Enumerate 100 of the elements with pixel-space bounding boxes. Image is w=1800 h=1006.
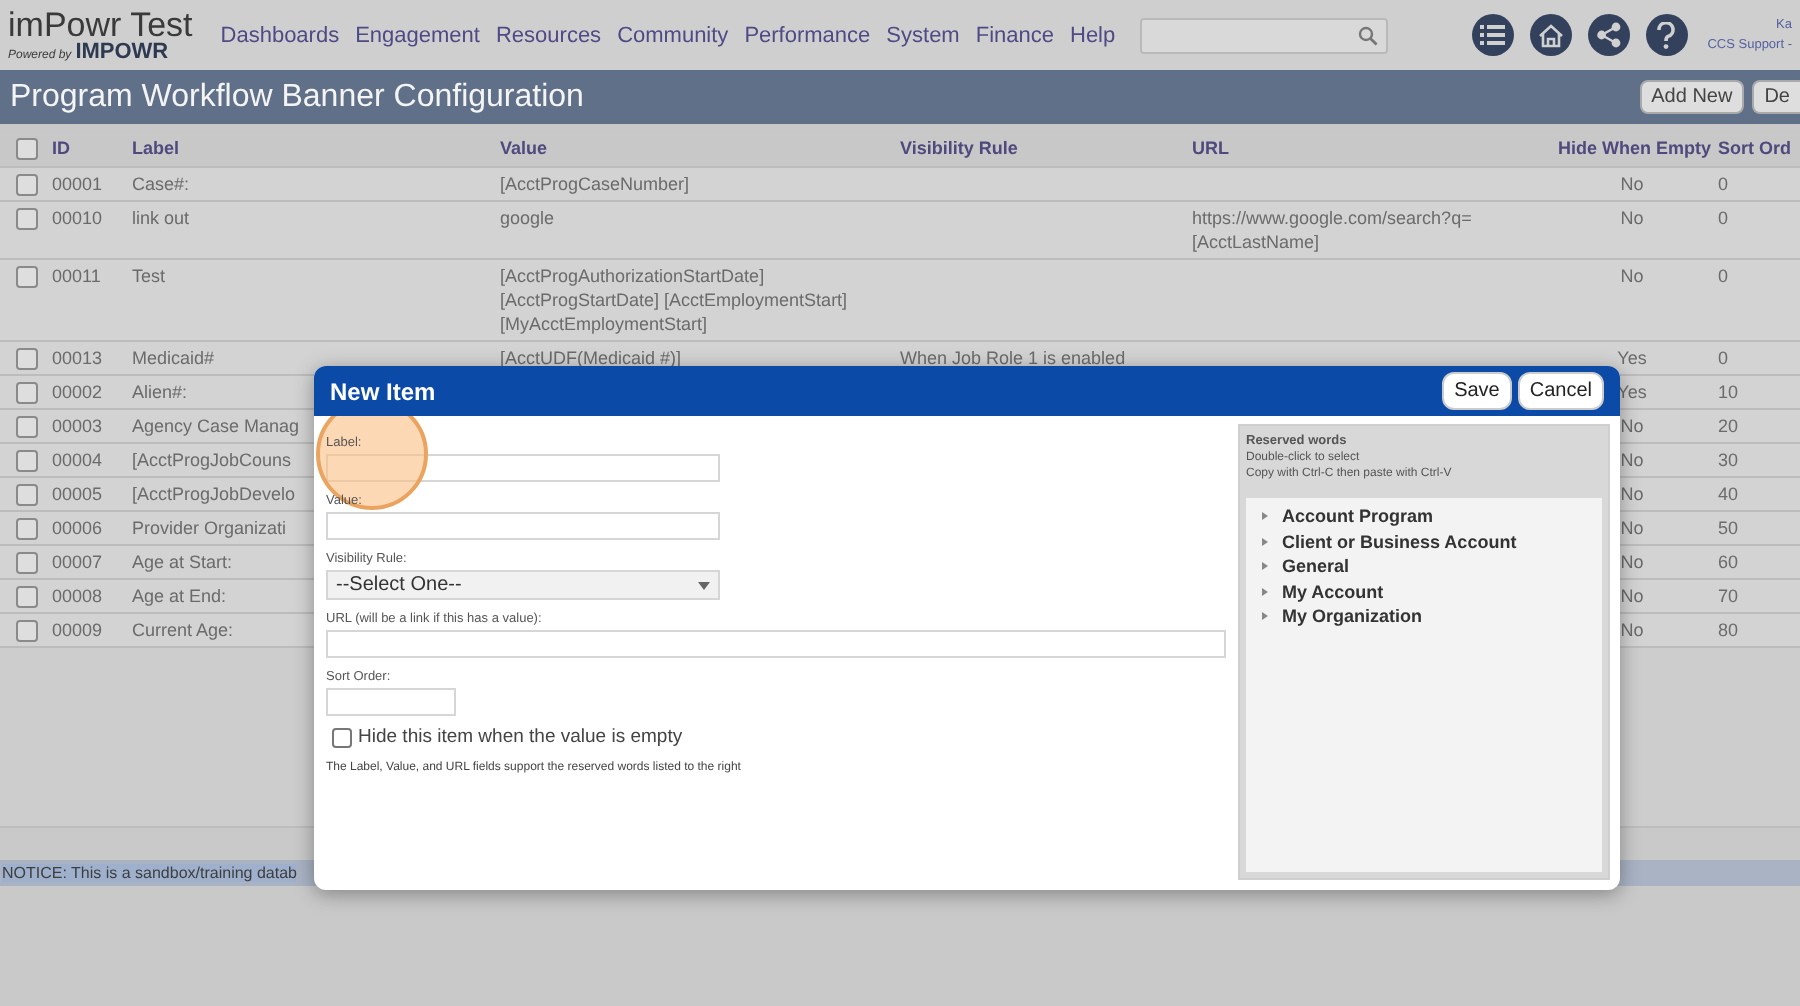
list-icon[interactable] [1471,14,1514,56]
caret-icon[interactable] [1262,587,1268,596]
dialog-button[interactable]: Save [1442,372,1512,410]
table-cell-text: No [1618,414,1644,438]
nav-menu-item[interactable]: System [886,23,960,47]
table-cell-text: 00013 [50,346,103,370]
row-checkbox[interactable] [16,416,38,438]
caret-icon[interactable] [1262,512,1268,521]
row-checkbox[interactable] [16,450,38,472]
toolbar-button[interactable]: Add New [1639,80,1745,114]
nav-menu-item[interactable]: Dashboards [220,23,340,47]
table-cell-text: 60 [1716,550,1741,574]
table-cell-text: No [1618,584,1644,608]
table-cell-text: Alien#: [130,380,188,404]
row-checkbox[interactable] [16,382,38,404]
tree-item[interactable]: General [1282,556,1350,577]
nav-menu-item[interactable]: Performance [744,23,871,47]
url-field[interactable] [326,630,1226,658]
table-cell: [AcctProgCaseNumber] [500,174,690,194]
column-header[interactable]: Label [120,136,488,160]
row-checkbox[interactable] [16,586,38,608]
column-header[interactable]: Visibility Rule [888,136,1180,160]
table-cell-text: Provider Organizati [130,516,287,540]
row-checkbox[interactable] [16,174,38,196]
nav-menu-item[interactable]: Community [617,23,729,47]
table-cell: google [500,208,555,228]
table-cell-text: 0 [1716,264,1731,290]
tree-item[interactable]: Account Program [1282,506,1434,527]
visibility-rule-dropdown[interactable]: --Select One-- [326,570,720,600]
row-checkbox[interactable] [16,266,38,288]
caret-icon [698,581,710,589]
tree-item[interactable]: Client or Business Account [1282,531,1517,552]
caret-icon[interactable] [1262,562,1268,571]
table-cell-text: 30 [1716,448,1741,472]
table-cell-text: Agency Case Manag [130,414,300,438]
input-field[interactable] [326,512,720,540]
column-header[interactable]: ID [40,136,120,160]
caret-icon[interactable] [1262,612,1268,621]
table-cell-text: No [1618,516,1644,540]
home-icon[interactable] [1529,14,1572,56]
table-cell: [AcctProgAuthorizationStartDate] [AcctProgStartDate] [AcctEmploymentStart] [MyAcctEmploymentStart] [500,266,848,334]
row-checkbox[interactable] [16,518,38,540]
table-cell-text: 00008 [50,584,103,608]
nav-menu-item[interactable]: Resources [495,23,602,47]
table-cell-text: Age at End: [130,584,227,608]
table-cell-text: [AcctProgJobDevelo [130,482,296,506]
table-cell-text: 00007 [50,550,103,574]
table-cell-text: 00009 [50,618,103,642]
table-cell-text: 00001 [50,172,103,196]
input-field[interactable] [326,454,720,482]
tree-item[interactable]: My Organization [1282,606,1423,627]
row-checkbox[interactable] [16,348,38,370]
hide-when-empty-checkbox[interactable]: Hide this item when the value is empty [332,726,1226,748]
table-cell-text: Current Age: [130,618,234,642]
caret-icon[interactable] [1262,537,1268,546]
table-cell-text: 00004 [50,448,103,472]
table-cell-text: No [1618,482,1644,506]
help-icon[interactable] [1645,14,1688,56]
table-cell-text: 00003 [50,414,103,438]
search-icon [1357,25,1378,45]
row-checkbox[interactable] [16,138,38,160]
table-cell-text: [AcctProgJobCouns [130,448,292,472]
table-cell-text: 20 [1716,414,1741,438]
row-checkbox[interactable] [16,620,38,642]
table-cell-text: 50 [1716,516,1741,540]
brand-logo: IMPOWR [75,41,169,63]
nav-menu-item[interactable]: Help [1070,23,1116,47]
row-checkbox[interactable] [16,552,38,574]
tree-item[interactable]: My Account [1282,581,1384,602]
table-cell-text: 0 [1716,206,1731,232]
table-cell-text: 00002 [50,380,103,404]
table-cell-text: 00010 [50,206,103,232]
nav-menu-item[interactable]: Finance [975,23,1054,47]
table-cell-text: No [1618,172,1644,196]
table-cell-text: 70 [1716,584,1741,608]
table-cell-text: No [1618,264,1644,290]
dialog-title: New Item [330,377,438,405]
column-header[interactable]: Hide When Empty [1546,136,1706,160]
table-cell: https://www.google.com/search?q=[AcctLastName] [1192,208,1472,252]
column-header[interactable]: URL [1180,136,1546,160]
app-title: imPowr Test [8,7,193,41]
table-cell-text: No [1618,550,1644,574]
dialog-button[interactable]: Cancel [1517,372,1604,410]
search-field[interactable] [1139,17,1388,53]
page-title: Program Workflow Banner Configuration [10,79,586,115]
table-cell: When Job Role 1 is enabled [900,348,1126,368]
notice-text: NOTICE: This is a sandbox/training datab [2,864,297,882]
row-checkbox[interactable] [16,484,38,506]
sort-order-field[interactable] [326,688,456,716]
table-cell-text: Yes [1615,380,1647,404]
table-cell-text: Test [130,264,166,290]
table-cell-text: Yes [1615,346,1647,370]
table-cell-text: 00005 [50,482,103,506]
nav-menu-item[interactable]: Engagement [355,23,480,47]
row-checkbox[interactable] [16,208,38,230]
toolbar-button[interactable]: De [1752,80,1800,114]
column-header[interactable]: Value [488,136,888,160]
table-cell-text: 10 [1716,380,1741,404]
share-icon[interactable] [1587,14,1630,56]
table-cell-text: 00011 [50,264,101,290]
